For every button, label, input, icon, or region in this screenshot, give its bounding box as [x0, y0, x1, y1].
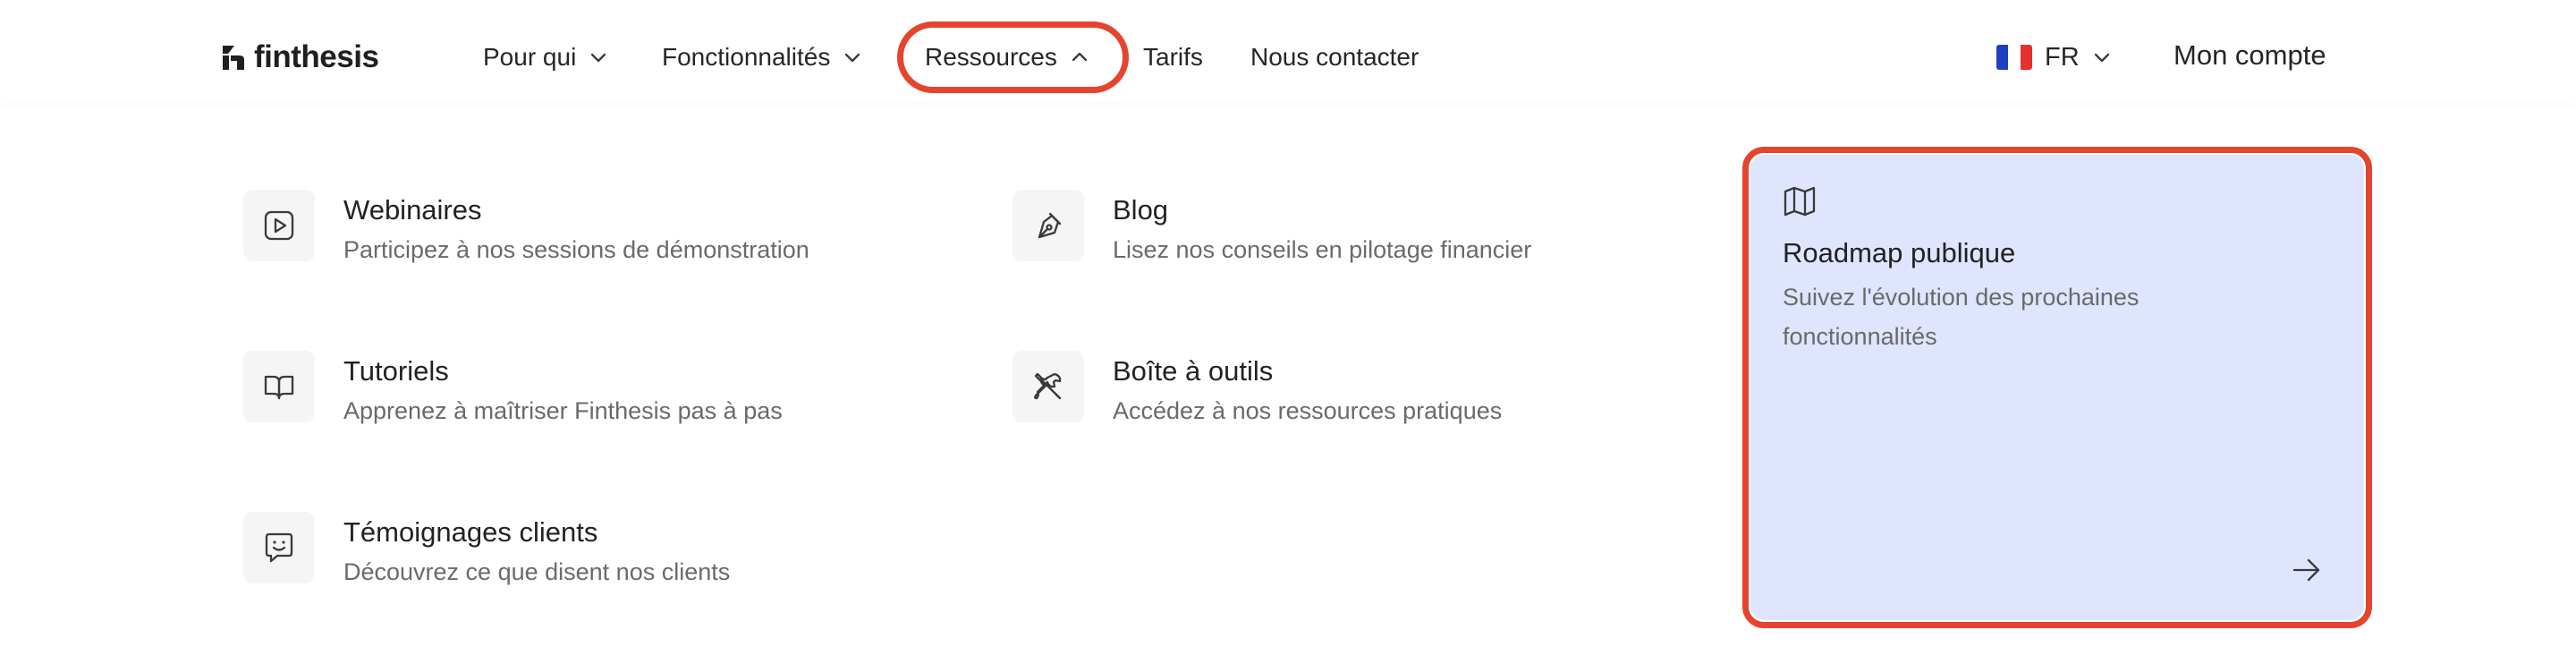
ressources-dropdown-panel: Webinaires Participez à nos sessions de …: [0, 107, 2576, 664]
nav-contact-label: Nous contacter: [1250, 43, 1419, 71]
france-flag-icon: [1996, 45, 2032, 70]
language-selector[interactable]: FR: [1996, 41, 2112, 73]
resource-description: Participez à nos sessions de démonstrati…: [343, 236, 809, 263]
blog-icon-tile: [1013, 190, 1084, 261]
brand-name: finthesis: [254, 39, 379, 74]
language-code: FR: [2045, 42, 2080, 72]
nav-fonctionnalites-label: Fonctionnalités: [662, 43, 831, 71]
resource-description: Apprenez à maîtriser Finthesis pas à pas: [343, 397, 783, 424]
resource-webinaires[interactable]: Webinaires Participez à nos sessions de …: [243, 190, 809, 267]
nav-fonctionnalites[interactable]: Fonctionnalités: [662, 41, 862, 73]
resource-title: Tutoriels: [343, 355, 449, 387]
nav-tarifs-label: Tarifs: [1143, 43, 1203, 71]
nav-tarifs[interactable]: Tarifs: [1143, 41, 1203, 73]
chevron-down-icon: [2094, 53, 2109, 63]
resource-description: Accédez à nos ressources pratiques: [1113, 397, 1503, 424]
pen-nib-icon: [1038, 212, 1062, 239]
resource-title: Webinaires: [343, 194, 482, 226]
brand-logo[interactable]: finthesis: [220, 39, 379, 75]
roadmap-title: Roadmap publique: [1783, 237, 2016, 268]
chevron-down-icon: [845, 53, 860, 63]
boite-icon-tile: [1013, 351, 1084, 422]
resource-boite-a-outils[interactable]: Boîte à outils Accédez à nos ressources …: [1013, 351, 1502, 428]
roadmap-description: Suivez l'évolution des prochaines foncti…: [1783, 284, 2140, 350]
roadmap-publique-card[interactable]: Roadmap publique Suivez l'évolution des …: [1750, 155, 2364, 620]
nav-pour-qui-label: Pour qui: [483, 43, 577, 71]
resource-temoignages-clients[interactable]: Témoignages clients Découvrez ce que dis…: [243, 512, 730, 589]
play-icon: [264, 210, 294, 241]
resource-title: Témoignages clients: [343, 516, 598, 548]
resource-title: Blog: [1113, 194, 1169, 226]
resource-description: Découvrez ce que disent nos clients: [343, 558, 731, 585]
chevron-down-icon: [591, 53, 606, 63]
tools-icon: [1034, 372, 1062, 400]
chevron-up-icon: [1072, 52, 1087, 62]
temoignages-icon-tile: [243, 512, 315, 583]
nav-pour-qui[interactable]: Pour qui: [483, 41, 608, 73]
nav-ressources-label: Ressources: [925, 43, 1057, 71]
nav-ressources[interactable]: Ressources: [925, 41, 1089, 73]
book-icon: [264, 375, 294, 400]
resource-tutoriels[interactable]: Tutoriels Apprenez à maîtriser Finthesis…: [243, 351, 783, 428]
arrow-right-icon[interactable]: [2289, 552, 2325, 588]
resource-title: Boîte à outils: [1113, 355, 1274, 387]
finthesis-logo-icon: [223, 46, 244, 70]
mon-compte-link[interactable]: Mon compte: [2174, 39, 2326, 72]
map-icon: [1784, 186, 1816, 217]
tutoriels-icon-tile: [243, 351, 315, 422]
nav-nous-contacter[interactable]: Nous contacter: [1250, 41, 1419, 73]
webinaires-icon-tile: [243, 190, 315, 261]
top-navbar: finthesis Pour qui Fonctionnalités Resso…: [0, 0, 2576, 107]
resource-description: Lisez nos conseils en pilotage financier: [1113, 236, 1532, 263]
resource-blog[interactable]: Blog Lisez nos conseils en pilotage fina…: [1013, 190, 1531, 267]
smile-chat-icon: [265, 532, 293, 563]
